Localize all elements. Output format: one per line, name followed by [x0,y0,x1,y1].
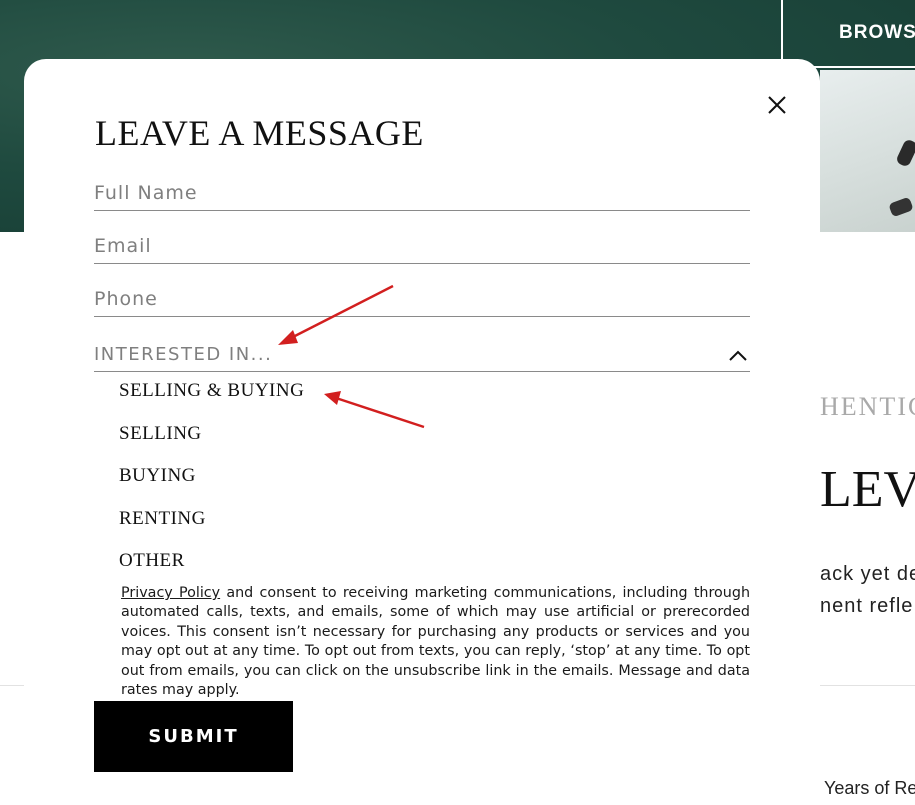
background-divider [820,685,915,686]
background-paragraph-line: nent refle [820,595,914,617]
background-heading: LEV [820,461,915,518]
consent-text: Privacy Policy and consent to receiving … [121,584,750,700]
full-name-input[interactable] [94,176,750,210]
close-icon [768,96,786,114]
full-name-field[interactable] [94,176,750,211]
interested-in-label: INTERESTED IN... [94,344,273,365]
option-renting[interactable]: RENTING [119,508,206,530]
privacy-policy-link[interactable]: Privacy Policy [121,585,220,601]
phone-input[interactable] [94,282,750,316]
option-other[interactable]: OTHER [119,550,185,572]
consent-body: and consent to receiving marketing commu… [121,585,751,699]
chevron-up-icon [729,350,747,361]
browse-nav-label[interactable]: BROWSE [839,22,915,44]
option-selling-buying[interactable]: SELLING & BUYING [119,380,304,402]
email-field[interactable] [94,229,750,264]
phone-field[interactable] [94,282,750,317]
submit-button[interactable]: SUBMIT [94,701,293,772]
background-paragraph-line: ack yet de [820,563,915,585]
modal-title: LEAVE A MESSAGE [95,113,424,153]
background-stat-label: Years of Rea [824,778,915,798]
interested-in-select[interactable]: INTERESTED IN... [94,338,750,372]
option-selling[interactable]: SELLING [119,423,202,445]
background-subheading: HENTIC [820,392,915,421]
option-buying[interactable]: BUYING [119,465,196,487]
email-input[interactable] [94,229,750,263]
close-button[interactable] [762,90,792,120]
background-divider [0,685,24,686]
